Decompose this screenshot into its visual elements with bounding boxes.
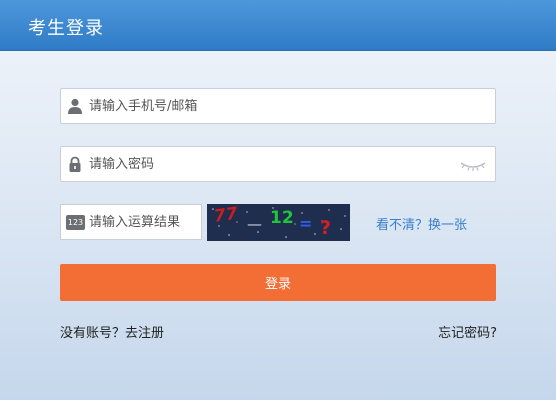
password-input[interactable]: [89, 147, 449, 181]
captcha-field[interactable]: 123: [60, 204, 202, 240]
captcha-char-5: ?: [320, 217, 331, 239]
forgot-password-link[interactable]: 忘记密码?: [438, 322, 497, 341]
account-input[interactable]: [89, 89, 449, 123]
user-icon: [68, 98, 82, 114]
register-link[interactable]: 没有账号？去注册: [60, 322, 164, 341]
account-field[interactable]: [60, 88, 496, 124]
captcha-char-4: =: [299, 214, 312, 233]
captcha-char-2: —: [247, 215, 262, 233]
login-button[interactable]: 登录: [60, 264, 496, 301]
eye-closed-icon[interactable]: [459, 157, 487, 173]
refresh-captcha-link[interactable]: 看不清？换一张: [376, 214, 467, 233]
lock-icon: [69, 156, 81, 172]
page-title: 考生登录: [28, 18, 104, 39]
captcha-image[interactable]: 77 — 12 = ?: [207, 204, 350, 241]
password-field[interactable]: [60, 146, 496, 182]
captcha-char-3: 12: [270, 208, 294, 228]
number-icon: 123: [66, 215, 85, 230]
captcha-input[interactable]: [89, 205, 199, 239]
page-header: 考生登录: [0, 0, 556, 50]
captcha-char-1: 77: [213, 204, 239, 227]
